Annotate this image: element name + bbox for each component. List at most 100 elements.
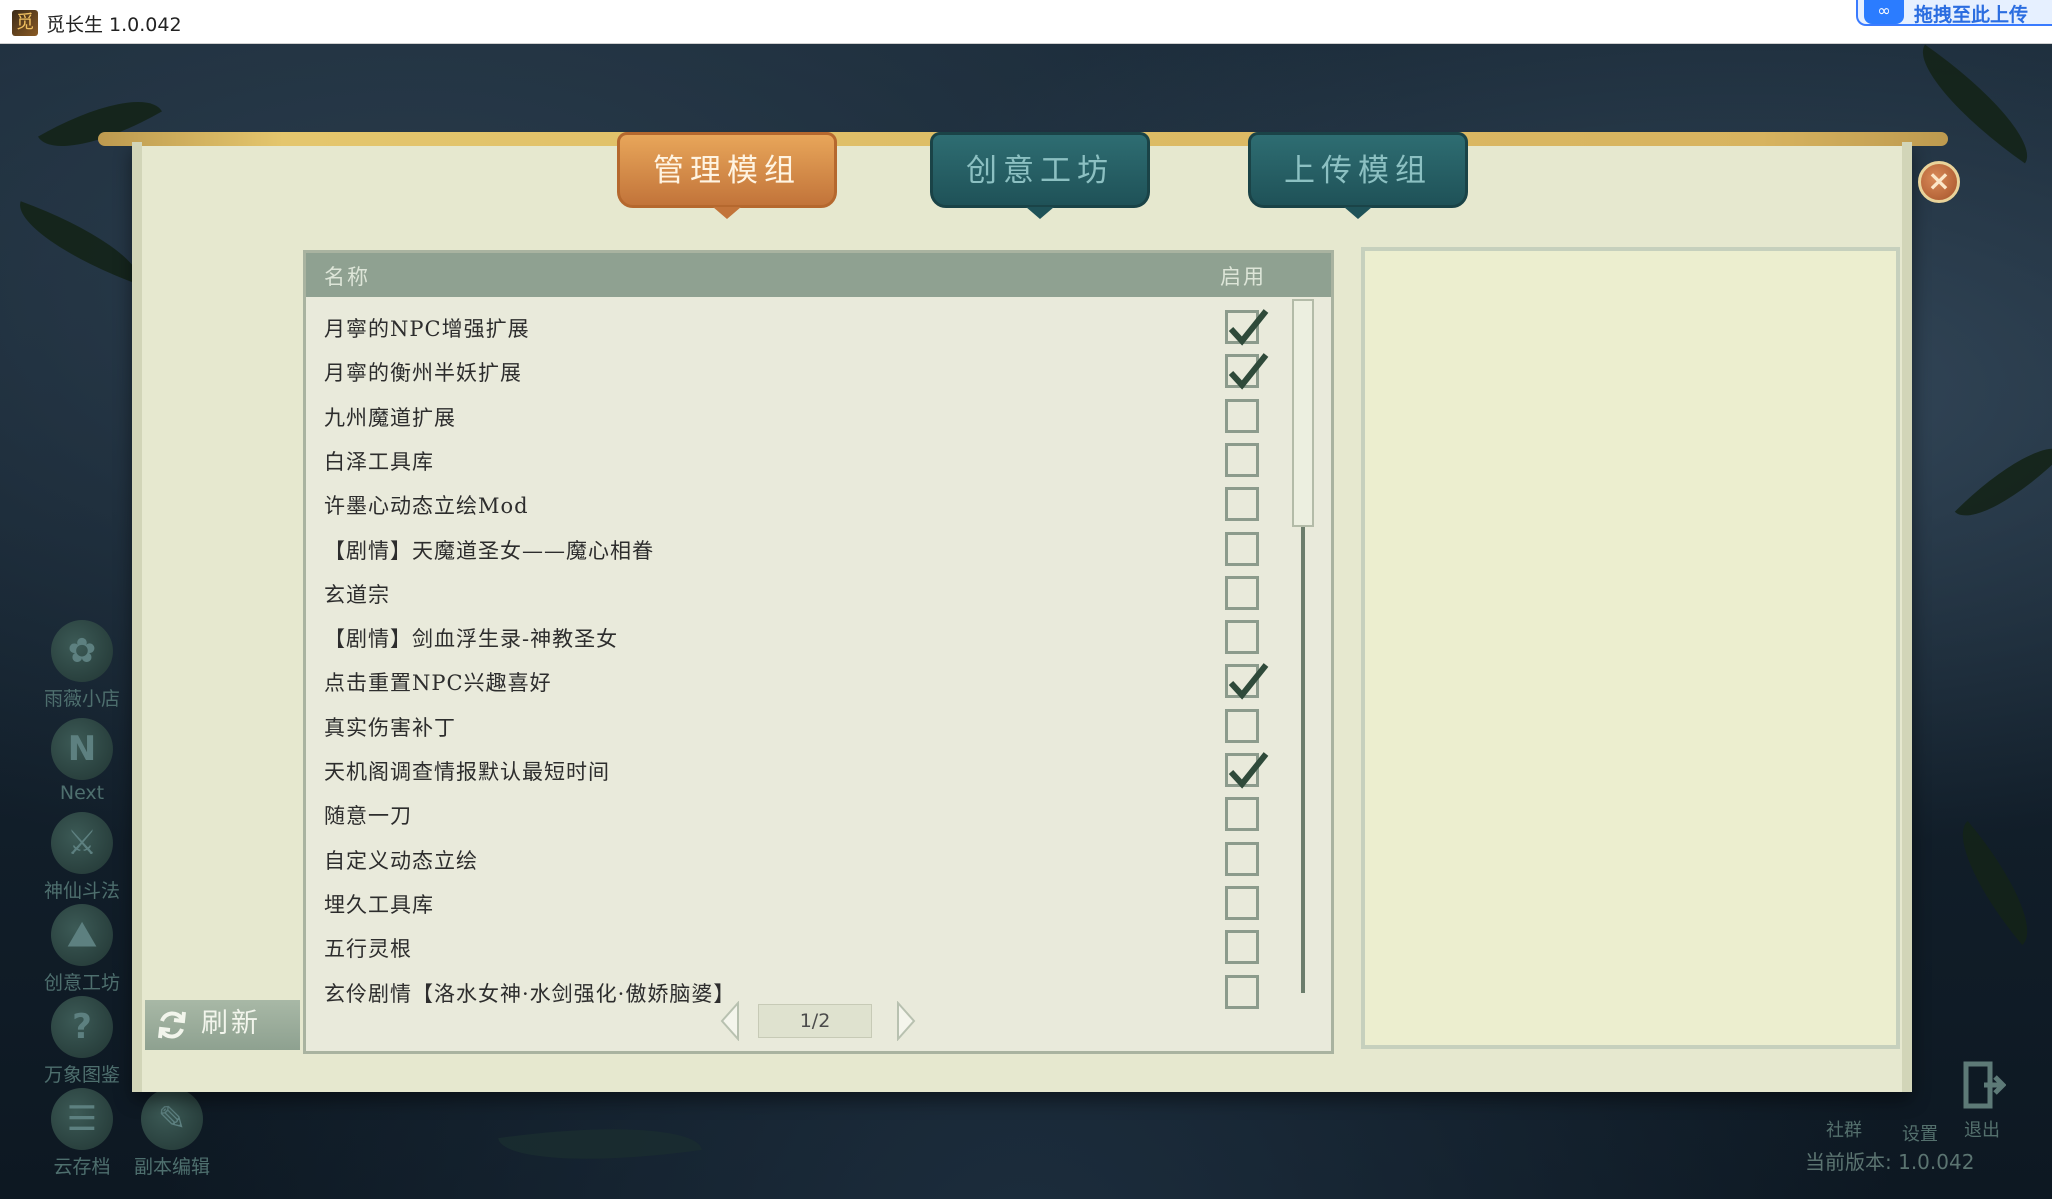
next-page-icon[interactable] bbox=[894, 1000, 918, 1042]
enable-checkbox[interactable] bbox=[1225, 841, 1259, 876]
side-menu-shop[interactable]: ✿ 雨薇小店 bbox=[32, 620, 132, 711]
side-menu-encyclopedia[interactable]: ? 万象图鉴 bbox=[32, 996, 132, 1087]
header-enable: 启用 bbox=[1220, 265, 1266, 289]
enable-checkbox[interactable] bbox=[1225, 797, 1259, 832]
enable-checkbox[interactable] bbox=[1225, 353, 1269, 390]
mod-row[interactable]: 天机阁调查情报默认最短时间 bbox=[306, 748, 1306, 792]
prev-page-icon[interactable] bbox=[718, 1000, 742, 1042]
mod-preview-panel bbox=[1361, 247, 1900, 1049]
upload-badge-label: 拖拽至此上传 bbox=[1914, 4, 2029, 26]
enable-checkbox[interactable] bbox=[1225, 442, 1259, 477]
mod-row[interactable]: 九州魔道扩展 bbox=[306, 394, 1306, 438]
window-title: 觅长生 1.0.042 bbox=[46, 14, 182, 36]
mod-name: 月寧的NPC增强扩展 bbox=[324, 317, 530, 341]
mod-name: 玄道宗 bbox=[324, 582, 390, 607]
mod-name: 五行灵根 bbox=[324, 937, 412, 962]
ground-decoration bbox=[498, 1110, 702, 1178]
enable-checkbox[interactable] bbox=[1225, 309, 1269, 346]
mod-name: 真实伤害补丁 bbox=[324, 715, 456, 740]
mod-name: 埋久工具库 bbox=[324, 892, 434, 917]
side-menu-battle[interactable]: ⚔ 神仙斗法 bbox=[32, 812, 132, 903]
exit-button[interactable]: 退出 bbox=[1964, 1116, 2000, 1142]
mod-row[interactable]: 【剧情】天魔道圣女——魔心相眷 bbox=[306, 527, 1306, 571]
bamboo-leaf-decoration bbox=[1954, 426, 2052, 538]
side-menu-label: 神仙斗法 bbox=[43, 880, 120, 902]
mod-row[interactable]: 【剧情】剑血浮生录-神教圣女 bbox=[306, 615, 1306, 659]
mod-row[interactable]: 点击重置NPC兴趣喜好 bbox=[306, 659, 1306, 703]
close-icon[interactable]: × bbox=[1918, 161, 1960, 203]
encyclopedia-icon: ? bbox=[51, 996, 113, 1058]
scrollbar-thumb[interactable] bbox=[1292, 299, 1314, 527]
side-menu-label: 副本编辑 bbox=[133, 1156, 210, 1178]
mod-row[interactable]: 白泽工具库 bbox=[306, 438, 1306, 482]
mod-row[interactable]: 月寧的衡州半妖扩展 bbox=[306, 349, 1306, 393]
mod-name: 月寧的衡州半妖扩展 bbox=[324, 361, 522, 386]
enable-checkbox[interactable] bbox=[1225, 398, 1259, 433]
mod-row[interactable]: 埋久工具库 bbox=[306, 881, 1306, 925]
enable-checkbox[interactable] bbox=[1225, 663, 1269, 700]
mod-name: 天机阁调查情报默认最短时间 bbox=[324, 760, 610, 784]
enable-checkbox[interactable] bbox=[1225, 575, 1259, 610]
mod-row[interactable]: 五行灵根 bbox=[306, 925, 1306, 969]
mod-list-panel: 名称 启用 月寧的NPC增强扩展 月寧的衡州半妖扩展 九州魔道扩展 白泽工具库许墨心动… bbox=[303, 250, 1334, 1054]
enable-checkbox[interactable] bbox=[1225, 752, 1269, 789]
mod-row[interactable]: 许墨心动态立绘Mod bbox=[306, 482, 1306, 526]
page-indicator: 1/2 bbox=[758, 1004, 872, 1038]
side-menu-next[interactable]: N Next bbox=[32, 718, 132, 804]
mod-row[interactable]: 随意一刀 bbox=[306, 792, 1306, 836]
side-menu-cloud-save[interactable]: ☰ 云存档 bbox=[32, 1088, 132, 1179]
side-menu-workshop[interactable]: ⛰ 创意工坊 bbox=[32, 904, 132, 995]
app-icon: 觅 bbox=[12, 10, 38, 36]
mod-row[interactable]: 真实伤害补丁 bbox=[306, 704, 1306, 748]
side-menu-label: 创意工坊 bbox=[43, 972, 120, 994]
window-titlebar: 觅 觅长生 1.0.042 ∞ 拖拽至此上传 bbox=[0, 0, 2052, 44]
side-menu-label: Next bbox=[59, 782, 105, 804]
enable-checkbox[interactable] bbox=[1225, 708, 1259, 743]
version-label: 当前版本: 1.0.042 bbox=[1805, 1150, 1975, 1174]
mod-row[interactable]: 月寧的NPC增强扩展 bbox=[306, 305, 1306, 349]
exit-door-icon[interactable] bbox=[1962, 1060, 2007, 1110]
upload-drop-badge[interactable]: ∞ 拖拽至此上传 bbox=[1856, 0, 2052, 26]
mod-name: 白泽工具库 bbox=[324, 449, 434, 474]
side-menu-dungeon-editor[interactable]: ✎ 副本编辑 bbox=[122, 1088, 222, 1179]
battle-icon: ⚔ bbox=[51, 812, 113, 874]
checkmark-icon bbox=[1228, 663, 1269, 700]
checkmark-icon bbox=[1228, 752, 1269, 789]
tab-manage-mods[interactable]: 管理模组 bbox=[617, 132, 837, 208]
header-name: 名称 bbox=[324, 265, 370, 289]
mod-name: 自定义动态立绘 bbox=[324, 848, 478, 873]
next-icon: N bbox=[51, 718, 113, 780]
tab-upload-mods[interactable]: 上传模组 bbox=[1248, 132, 1468, 208]
bamboo-leaf-decoration bbox=[1938, 820, 2052, 946]
bamboo-leaf-decoration bbox=[7, 201, 153, 285]
dungeon-editor-icon: ✎ bbox=[141, 1088, 203, 1150]
enable-checkbox[interactable] bbox=[1225, 930, 1259, 965]
settings-button[interactable]: 设置 bbox=[1902, 1120, 1938, 1146]
mod-name: 九州魔道扩展 bbox=[324, 405, 456, 430]
tab-workshop[interactable]: 创意工坊 bbox=[930, 132, 1150, 208]
enable-checkbox[interactable] bbox=[1225, 531, 1259, 566]
cloud-save-icon: ☰ bbox=[51, 1088, 113, 1150]
checkmark-icon bbox=[1228, 353, 1269, 390]
enable-checkbox[interactable] bbox=[1225, 620, 1259, 655]
list-header: 名称 启用 bbox=[306, 253, 1331, 297]
community-button[interactable]: 社群 bbox=[1826, 1116, 1862, 1142]
side-menu-label: 万象图鉴 bbox=[43, 1064, 120, 1086]
mod-name: 随意一刀 bbox=[324, 804, 412, 829]
baidu-cloud-icon: ∞ bbox=[1864, 0, 1904, 24]
mod-name: 【剧情】剑血浮生录-神教圣女 bbox=[324, 627, 619, 652]
refresh-icon bbox=[158, 1011, 186, 1039]
mod-name: 许墨心动态立绘Mod bbox=[324, 494, 529, 519]
mod-name: 点击重置NPC兴趣喜好 bbox=[324, 671, 552, 696]
checkmark-icon bbox=[1228, 309, 1269, 346]
refresh-button[interactable]: 刷新 bbox=[145, 1000, 300, 1050]
enable-checkbox[interactable] bbox=[1225, 487, 1259, 522]
mod-name: 玄伶剧情【洛水女神·水剑强化·傲娇脑婆】 bbox=[324, 981, 736, 1006]
enable-checkbox[interactable] bbox=[1225, 885, 1259, 920]
mod-row[interactable]: 玄道宗 bbox=[306, 571, 1306, 615]
side-menu-label: 云存档 bbox=[53, 1156, 111, 1178]
mod-row[interactable]: 自定义动态立绘 bbox=[306, 837, 1306, 881]
enable-checkbox[interactable] bbox=[1225, 974, 1259, 1009]
side-menu-label: 雨薇小店 bbox=[43, 688, 120, 710]
mod-name: 【剧情】天魔道圣女——魔心相眷 bbox=[324, 538, 654, 563]
